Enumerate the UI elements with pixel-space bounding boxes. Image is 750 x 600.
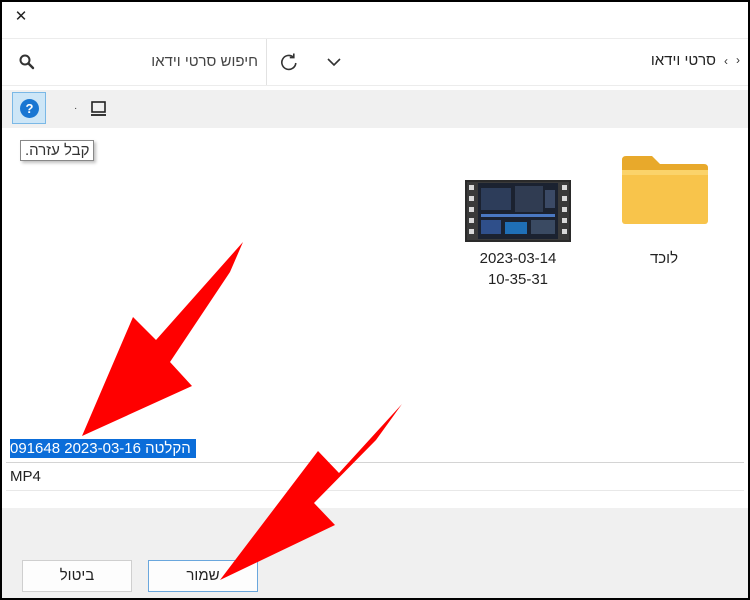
video-file-label-line1: 2023-03-14 (479, 250, 557, 267)
close-button[interactable]: ✕ (10, 6, 32, 28)
chevron-down-icon[interactable] (324, 53, 344, 71)
folder-item[interactable]: לוכד (606, 144, 722, 269)
dialog-footer: ביטול שמור (2, 508, 748, 598)
video-thumbnail-icon (465, 180, 571, 242)
filetype-row[interactable]: MP4 (6, 464, 744, 491)
filename-row: הקלטה 2023-03-16 091648 (6, 436, 744, 463)
search-input[interactable]: חיפוש סרטי וידאו (42, 53, 258, 70)
address-divider (266, 39, 267, 85)
breadcrumb-chevron-icon: › (724, 54, 728, 68)
nav-chevron-icon[interactable]: › (736, 53, 740, 67)
help-icon: ? (20, 99, 39, 118)
breadcrumb[interactable]: › סרטי וידאו (562, 52, 728, 69)
save-dialog: ✕ חיפוש סרטי וידאו › סרטי וידאו › ? · קבל… (0, 0, 750, 600)
video-file-label-line2: 10-35-31 (487, 271, 549, 288)
folder-label: לוכד (649, 250, 679, 267)
save-button[interactable]: שמור (148, 560, 258, 592)
command-bar: ? · (2, 90, 748, 128)
breadcrumb-current[interactable]: סרטי וידאו (651, 52, 716, 69)
search-icon[interactable] (18, 53, 36, 71)
refresh-icon[interactable] (278, 51, 300, 73)
folder-icon (622, 156, 708, 224)
view-dropdown-icon[interactable]: · (74, 103, 77, 114)
view-mode-icon[interactable] (89, 99, 109, 119)
video-file-label: 2023-03-14 10-35-31 (460, 248, 576, 290)
cancel-button[interactable]: ביטול (22, 560, 132, 592)
title-bar: ✕ (2, 2, 748, 32)
filename-input[interactable]: הקלטה 2023-03-16 091648 (10, 439, 196, 458)
file-view: קבל עזרה. לוכד 2023-03-14 10-35-31 (2, 128, 748, 424)
filetype-select[interactable]: MP4 (10, 468, 41, 485)
video-file-item[interactable]: 2023-03-14 10-35-31 (460, 180, 576, 290)
help-tooltip: קבל עזרה. (20, 140, 95, 161)
address-bar: חיפוש סרטי וידאו › סרטי וידאו › (2, 38, 748, 86)
help-button[interactable]: ? (12, 92, 46, 124)
